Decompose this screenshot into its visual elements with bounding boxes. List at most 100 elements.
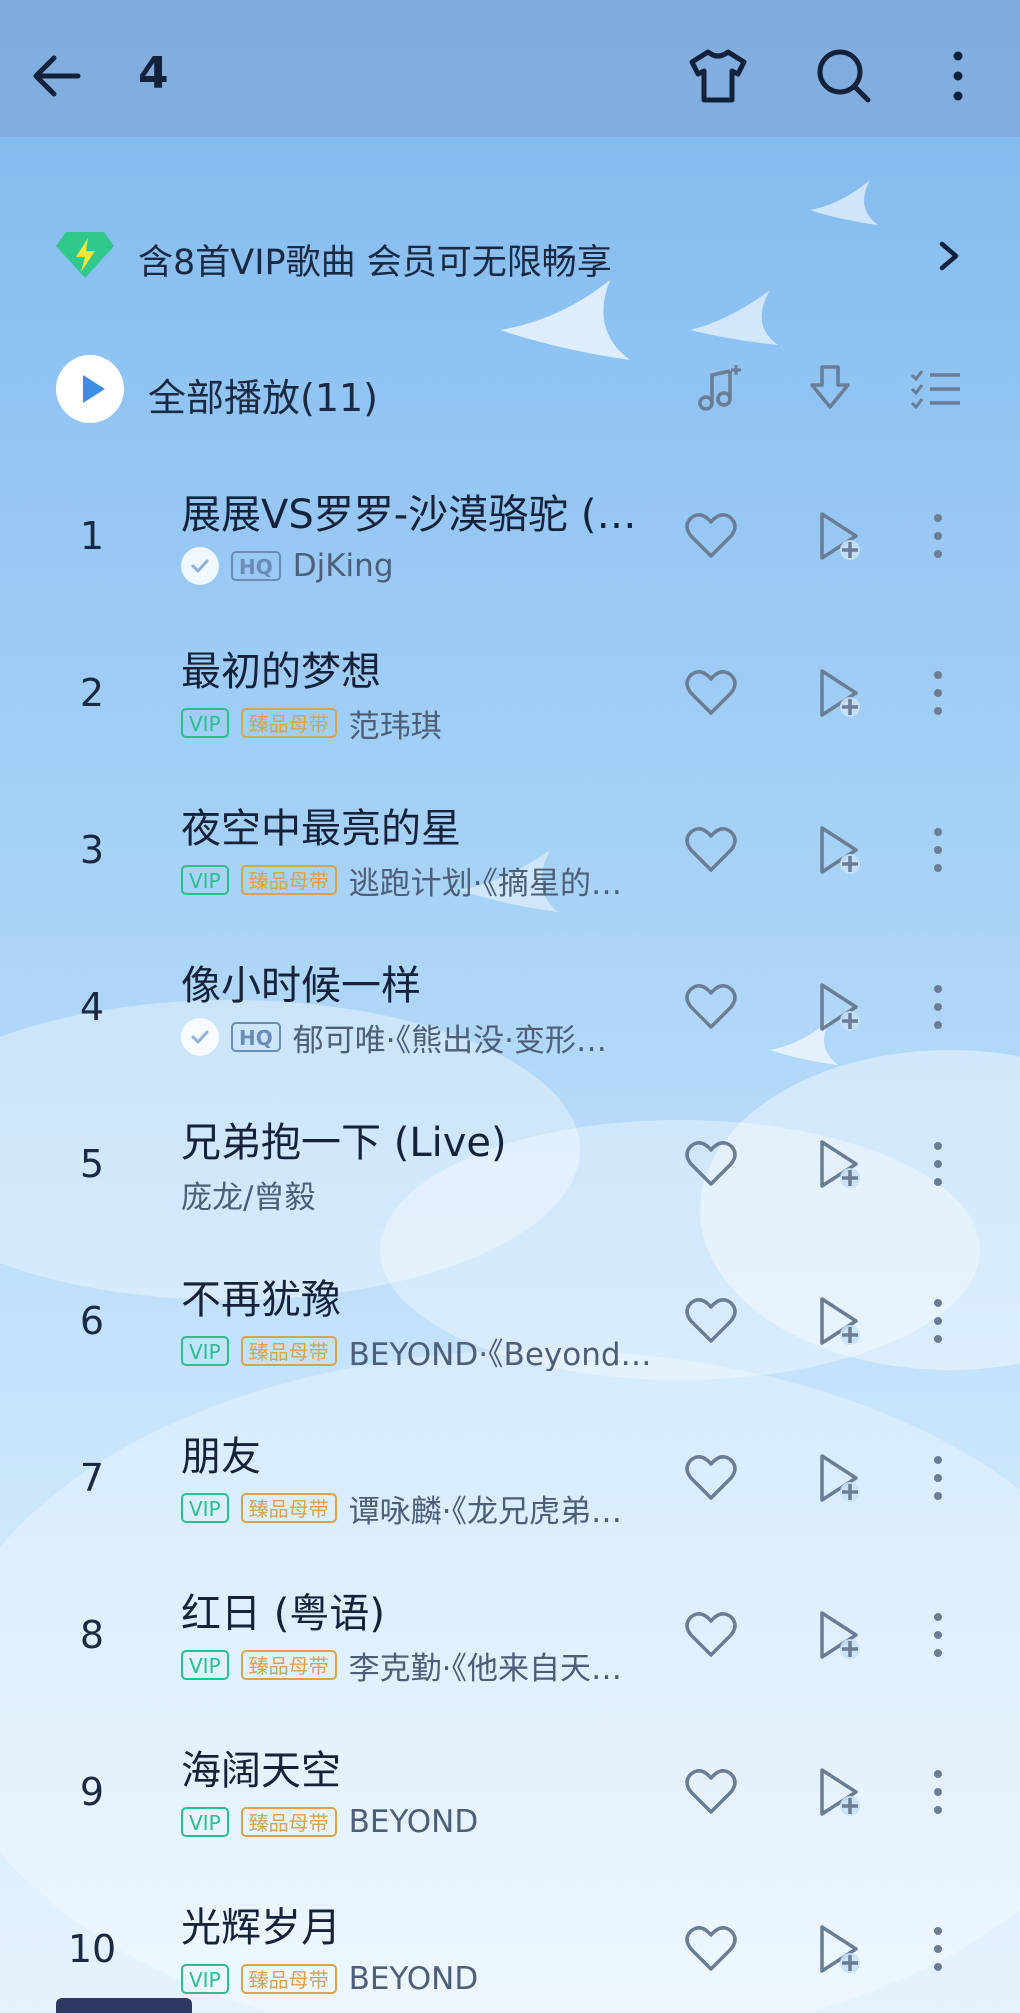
song-row[interactable]: 1 展展VS罗罗-沙漠骆驼 (… HQ DjKing: [0, 466, 1020, 616]
song-meta: VIP 臻品母带 逃跑计划·《摘星的…: [181, 860, 622, 900]
song-row[interactable]: 4 像小时候一样 HQ 郁可唯·《熊出没·变形…: [0, 937, 1020, 1087]
vip-badge: VIP: [181, 865, 229, 895]
song-meta: VIP 臻品母带 李克勤·《他来自天…: [181, 1645, 622, 1685]
song-index: 10: [67, 1927, 117, 1971]
song-title: 最初的梦想: [181, 649, 381, 695]
song-more-icon[interactable]: [912, 1919, 964, 1979]
master-quality-badge: 臻品母带: [240, 1964, 337, 1994]
song-meta: HQ 郁可唯·《熊出没·变形…: [181, 1017, 607, 1057]
play-next-add-icon[interactable]: [808, 1448, 868, 1508]
play-next-add-icon[interactable]: [808, 1291, 868, 1351]
heart-icon[interactable]: [681, 1605, 741, 1665]
song-index: 2: [79, 671, 105, 715]
song-row[interactable]: 6 不再犹豫 VIP 臻品母带 BEYOND·《Beyond…: [0, 1251, 1020, 1401]
song-index: 5: [79, 1142, 105, 1186]
play-next-add-icon[interactable]: [808, 1605, 868, 1665]
song-row[interactable]: 10 光辉岁月 VIP 臻品母带 BEYOND: [0, 1879, 1020, 2013]
song-title: 海阔天空: [181, 1748, 341, 1794]
mini-player-thumbnail[interactable]: [56, 1998, 192, 2013]
song-artist: 谭咏麟·《龙兄虎弟…: [348, 1493, 622, 1529]
song-artist: DjKing: [292, 548, 394, 584]
song-row[interactable]: 3 夜空中最亮的星 VIP 臻品母带 逃跑计划·《摘星的…: [0, 780, 1020, 930]
heart-icon[interactable]: [681, 1291, 741, 1351]
multi-select-icon[interactable]: [908, 361, 964, 417]
play-next-add-icon[interactable]: [808, 1134, 868, 1194]
song-artist: BEYOND: [348, 1961, 479, 1997]
song-more-icon[interactable]: [912, 1448, 964, 1508]
verified-check-icon: [181, 547, 219, 585]
song-more-icon[interactable]: [912, 1605, 964, 1665]
song-artist: BEYOND·《Beyond…: [348, 1336, 651, 1372]
song-title: 展展VS罗罗-沙漠骆驼 (…: [181, 492, 637, 538]
song-row[interactable]: 2 最初的梦想 VIP 臻品母带 范玮琪: [0, 623, 1020, 773]
heart-icon[interactable]: [681, 1919, 741, 1979]
song-more-icon[interactable]: [912, 820, 964, 880]
song-more-icon[interactable]: [912, 506, 964, 566]
chevron-right-icon: [934, 236, 964, 276]
song-index: 3: [79, 828, 105, 872]
vip-badge: VIP: [181, 1336, 229, 1366]
song-artist: 郁可唯·《熊出没·变形…: [292, 1022, 607, 1058]
play-next-add-icon[interactable]: [808, 820, 868, 880]
more-vertical-icon[interactable]: [930, 42, 986, 110]
song-title: 光辉岁月: [181, 1905, 341, 1951]
page-title: 4: [138, 48, 169, 99]
heart-icon[interactable]: [681, 506, 741, 566]
song-title: 朋友: [181, 1434, 261, 1480]
heart-icon[interactable]: [681, 663, 741, 723]
heart-icon[interactable]: [681, 1762, 741, 1822]
vip-banner-text: 含8首VIP歌曲 会员可无限畅享: [138, 243, 612, 283]
play-next-add-icon[interactable]: [808, 1762, 868, 1822]
play-all-button[interactable]: [56, 355, 124, 423]
song-title: 不再犹豫: [181, 1277, 341, 1323]
play-next-add-icon[interactable]: [808, 663, 868, 723]
back-arrow-icon[interactable]: [28, 44, 92, 108]
song-artist: BEYOND: [348, 1804, 479, 1840]
song-row[interactable]: 7 朋友 VIP 臻品母带 谭咏麟·《龙兄虎弟…: [0, 1408, 1020, 1558]
song-title: 夜空中最亮的星: [181, 806, 461, 852]
song-more-icon[interactable]: [912, 663, 964, 723]
song-index: 6: [79, 1299, 105, 1343]
song-row[interactable]: 5 兄弟抱一下 (Live) 庞龙/曾毅: [0, 1094, 1020, 1244]
song-index: 4: [79, 985, 105, 1029]
search-icon[interactable]: [810, 42, 878, 110]
heart-icon[interactable]: [681, 1448, 741, 1508]
song-artist: 逃跑计划·《摘星的…: [348, 865, 622, 901]
song-index: 7: [79, 1456, 105, 1500]
tshirt-icon[interactable]: [684, 42, 752, 110]
play-all-row: 全部播放(11): [56, 355, 966, 425]
song-meta: VIP 臻品母带 BEYOND: [181, 1802, 478, 1842]
play-all-label[interactable]: 全部播放(11): [148, 367, 378, 422]
vip-badge: VIP: [181, 708, 229, 738]
song-artist: 范玮琪: [348, 708, 442, 744]
music-note-add-icon[interactable]: [692, 361, 748, 417]
song-title: 红日 (粤语): [181, 1591, 385, 1637]
play-next-add-icon[interactable]: [808, 977, 868, 1037]
song-meta: VIP 臻品母带 谭咏麟·《龙兄虎弟…: [181, 1488, 622, 1528]
download-icon[interactable]: [802, 361, 858, 417]
heart-icon[interactable]: [681, 977, 741, 1037]
heart-icon[interactable]: [681, 820, 741, 880]
vip-badge: VIP: [181, 1807, 229, 1837]
play-next-add-icon[interactable]: [808, 1919, 868, 1979]
play-next-add-icon[interactable]: [808, 506, 868, 566]
master-quality-badge: 臻品母带: [240, 1493, 337, 1523]
heart-icon[interactable]: [681, 1134, 741, 1194]
song-more-icon[interactable]: [912, 977, 964, 1037]
master-quality-badge: 臻品母带: [240, 1336, 337, 1366]
vip-badge: VIP: [181, 1650, 229, 1680]
song-more-icon[interactable]: [912, 1134, 964, 1194]
master-quality-badge: 臻品母带: [240, 1807, 337, 1837]
vip-banner[interactable]: 含8首VIP歌曲 会员可无限畅享: [52, 222, 972, 292]
song-index: 1: [79, 514, 105, 558]
song-meta: 庞龙/曾毅: [181, 1174, 315, 1215]
song-row[interactable]: 9 海阔天空 VIP 臻品母带 BEYOND: [0, 1722, 1020, 1872]
song-more-icon[interactable]: [912, 1291, 964, 1351]
song-index: 9: [79, 1770, 105, 1814]
master-quality-badge: 臻品母带: [240, 1650, 337, 1680]
vip-badge: VIP: [181, 1493, 229, 1523]
vip-badge: VIP: [181, 1964, 229, 1994]
top-bar: 4: [0, 0, 1020, 137]
song-more-icon[interactable]: [912, 1762, 964, 1822]
song-row[interactable]: 8 红日 (粤语) VIP 臻品母带 李克勤·《他来自天…: [0, 1565, 1020, 1715]
